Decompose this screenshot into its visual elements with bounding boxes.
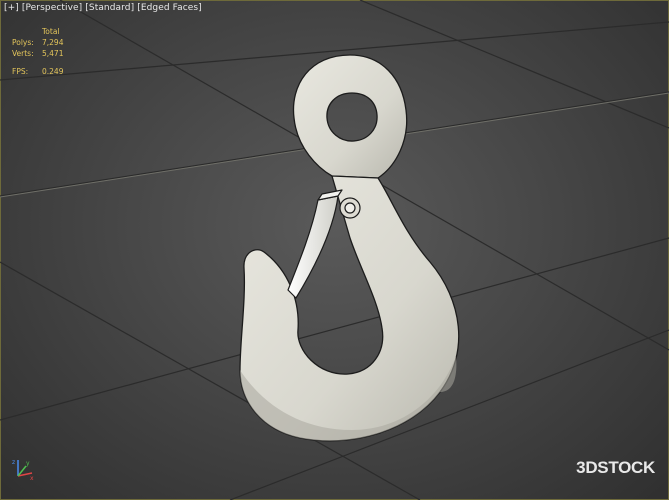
crane-hook-model[interactable]	[0, 0, 669, 500]
fps-value: 0.249	[42, 67, 64, 76]
viewport-point-of-view-menu[interactable]: [Perspective]	[22, 3, 82, 13]
stats-header: Total	[42, 27, 60, 36]
viewport-display-mode-menu[interactable]: [Edged Faces]	[137, 3, 202, 13]
axis-tripod-icon: z x y	[12, 459, 34, 482]
polys-value: 7,294	[42, 38, 64, 47]
viewport-plus-menu[interactable]: [+]	[4, 3, 19, 13]
polys-label: Polys:	[12, 38, 34, 47]
fps-row: FPS: 0.249	[12, 66, 63, 77]
verts-value: 5,471	[42, 49, 64, 58]
viewport-shading-menu[interactable]: [Standard]	[85, 3, 134, 13]
verts-row: Verts: 5,471	[12, 48, 63, 59]
gizmo-y-label: y	[26, 460, 30, 467]
statistics-overlay: Total Polys: 7,294 Verts: 5,471 FPS: 0.2…	[12, 26, 63, 77]
viewport-label-menu: [+] [Perspective] [Standard] [Edged Face…	[4, 3, 202, 13]
verts-label: Verts:	[12, 49, 34, 58]
3d-viewport[interactable]: [+] [Perspective] [Standard] [Edged Face…	[0, 0, 669, 500]
watermark-logo: 3DSTOCK	[576, 458, 655, 477]
gizmo-z-label: z	[12, 459, 15, 466]
fps-label: FPS:	[12, 67, 29, 76]
polys-row: Polys: 7,294	[12, 37, 63, 48]
gizmo-x-label: x	[30, 475, 34, 482]
